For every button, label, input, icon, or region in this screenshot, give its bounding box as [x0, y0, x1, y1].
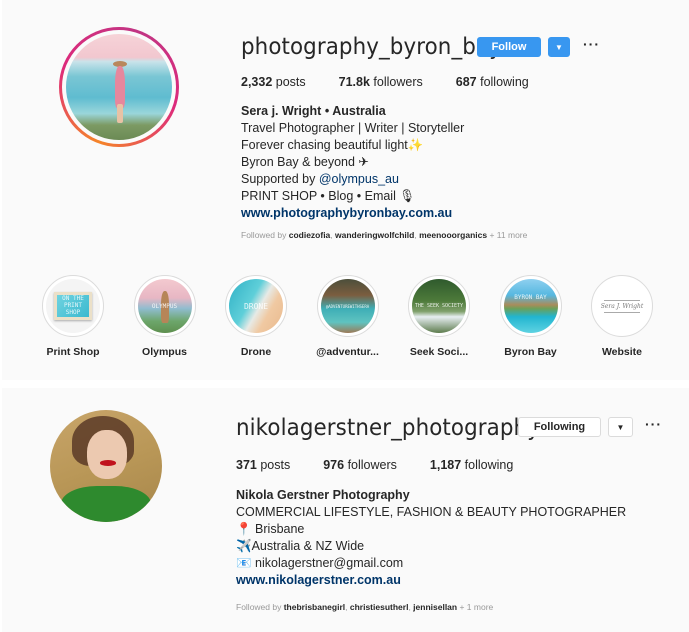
more-options-icon[interactable]: ··· — [583, 36, 600, 52]
followers-count[interactable]: 976 followers — [323, 458, 397, 472]
followed-by-more[interactable]: + 1 more — [457, 602, 493, 612]
followed-by-more[interactable]: + 11 more — [487, 230, 527, 240]
bio-mention-link[interactable]: @olympus_au — [319, 172, 399, 186]
highlight-byron-bay[interactable]: BYRON BAY Byron Bay — [499, 275, 562, 358]
profile-avatar[interactable] — [50, 410, 162, 522]
profile-avatar[interactable] — [66, 34, 172, 140]
followed-by: Followed by codiezofia, wanderingwolfchi… — [241, 230, 528, 240]
highlight-adventure[interactable]: @ADVENTUREWITHSERA @adventur... — [316, 275, 379, 358]
highlight-seek-society[interactable]: THE SEEK SOCIETY Seek Soci... — [408, 275, 470, 358]
profile-bio: Sera j. Wright • Australia Travel Photog… — [241, 103, 464, 222]
bio-line: 📧 nikolagerstner@gmail.com — [236, 556, 404, 570]
follower-link[interactable]: wanderingwolfchild — [335, 230, 414, 240]
followers-count[interactable]: 71.8k followers — [339, 75, 423, 89]
bio-line: COMMERCIAL LIFESTYLE, FASHION & BEAUTY P… — [236, 505, 627, 519]
highlight-drone[interactable]: DRONE Drone — [225, 275, 287, 358]
highlight-label: Olympus — [142, 346, 187, 358]
highlight-label: Drone — [240, 346, 272, 358]
following-count[interactable]: 687 following — [456, 75, 529, 89]
follower-link[interactable]: thebrisbanegirl — [284, 602, 345, 612]
highlight-label: Byron Bay — [504, 346, 557, 358]
highlight-label: Seek Soci... — [409, 346, 469, 358]
bio-line: Travel Photographer | Writer | Storytell… — [241, 121, 465, 135]
bio-line: 📍 Brisbane — [236, 522, 305, 536]
following-dropdown-button[interactable]: ▼ — [608, 417, 633, 437]
highlight-cover: Sera J. Wright — [595, 279, 649, 333]
caret-down-icon: ▼ — [616, 422, 625, 432]
follower-link[interactable]: codiezofia — [289, 230, 331, 240]
follower-link[interactable]: jennisellan — [413, 602, 457, 612]
highlight-olympus[interactable]: OLYMPUS Olympus — [133, 275, 196, 358]
caret-down-icon: ▼ — [555, 42, 563, 52]
follower-link[interactable]: meenooorganics — [419, 230, 487, 240]
profile-username: photography_byron_bay — [241, 34, 502, 60]
bio-full-name: Sera j. Wright • Australia — [241, 104, 386, 118]
highlight-cover: BYRON BAY — [503, 279, 558, 333]
bio-full-name: Nikola Gerstner Photography — [236, 488, 410, 502]
highlight-label: Website — [601, 346, 643, 358]
more-options-icon[interactable]: ··· — [645, 416, 662, 432]
follow-dropdown-button[interactable]: ▼ — [548, 37, 570, 57]
bio-line: Supported by @olympus_au — [241, 172, 399, 186]
profile-card-photography-byron-bay: photography_byron_bay Follow ▼ ··· 2,332… — [2, 0, 689, 380]
highlight-print-shop[interactable]: ON THE PRINT SHOP Print Shop — [42, 275, 104, 358]
highlight-cover: ON THE PRINT SHOP — [46, 279, 100, 333]
profile-card-nikolagerstner: nikolagerstner_photography Following ▼ ·… — [2, 388, 689, 632]
highlight-label: Print Shop — [46, 346, 100, 358]
highlight-label: @adventur... — [316, 346, 379, 358]
posts-count: 2,332 posts — [241, 75, 306, 89]
highlight-cover: @ADVENTUREWITHSERA — [320, 279, 375, 333]
website-link[interactable]: www.nikolagerstner.com.au — [236, 572, 626, 589]
bio-line: PRINT SHOP • Blog • Email 🎙 — [241, 189, 416, 203]
following-count[interactable]: 1,187 following — [430, 458, 513, 472]
highlight-cover: THE SEEK SOCIETY — [412, 279, 466, 333]
bio-line: Forever chasing beautiful light✨ — [241, 138, 424, 152]
following-button[interactable]: Following — [518, 417, 601, 437]
bio-line: ✈️Australia & NZ Wide — [236, 539, 365, 553]
follow-button[interactable]: Follow — [477, 37, 541, 57]
profile-avatar-story-ring[interactable] — [59, 27, 179, 147]
posts-count: 371 posts — [236, 458, 291, 472]
profile-bio: Nikola Gerstner Photography COMMERCIAL L… — [236, 487, 626, 589]
highlight-cover: DRONE — [229, 279, 283, 333]
highlight-website[interactable]: Sera J. Wright Website — [591, 275, 653, 358]
profile-username: nikolagerstner_photography — [236, 415, 540, 441]
profile-stats: 2,332 posts 71.8k followers 687 followin… — [241, 75, 562, 89]
website-link[interactable]: www.photographybyronbay.com.au — [241, 205, 464, 222]
story-highlights: ON THE PRINT SHOP Print Shop OLYMPUS Oly… — [42, 275, 683, 358]
followed-by: Followed by thebrisbanegirl, christiesut… — [236, 602, 494, 612]
profile-stats: 371 posts 976 followers 1,187 following — [236, 458, 546, 472]
follower-link[interactable]: christiesutherl — [350, 602, 409, 612]
bio-line: Byron Bay & beyond ✈ — [241, 155, 369, 169]
highlight-cover: OLYMPUS — [137, 279, 192, 333]
